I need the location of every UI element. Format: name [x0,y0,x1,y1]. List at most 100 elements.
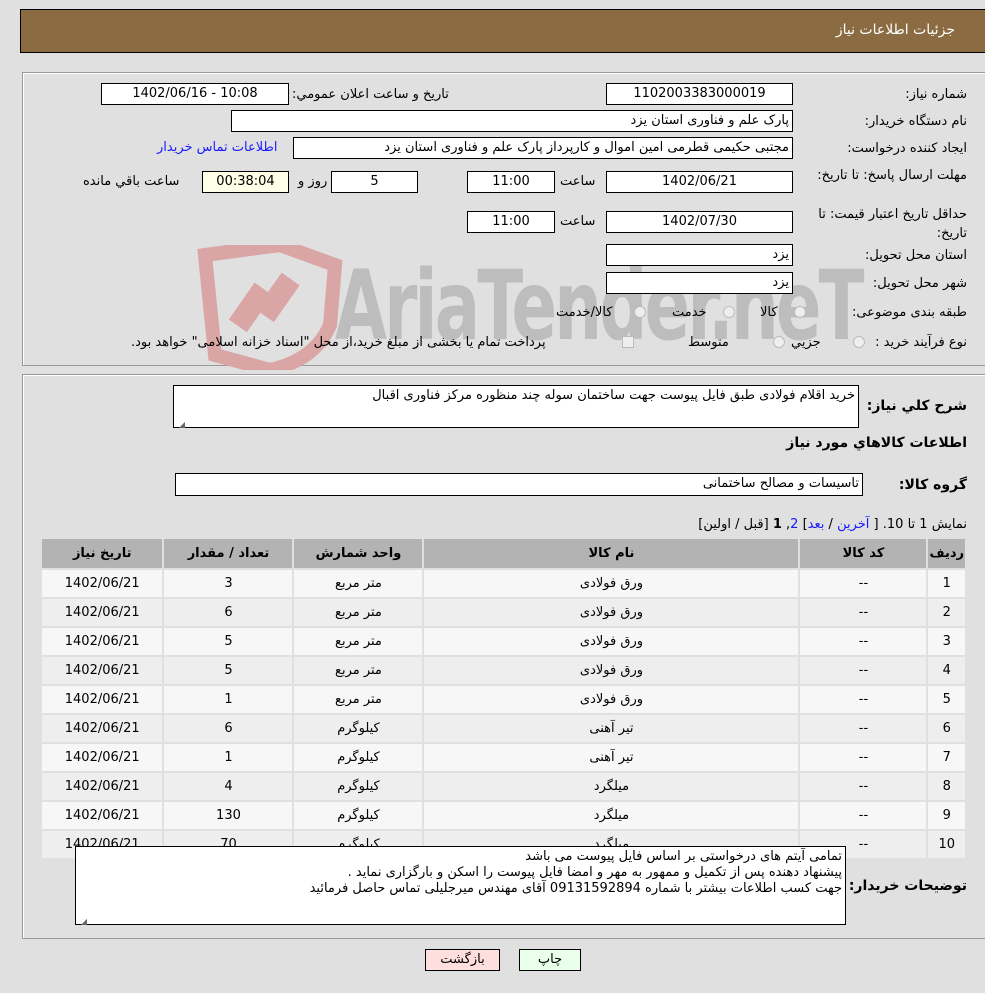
cell-need-date: 1402/06/21 [42,570,163,597]
buyer-org-field: پارک علم و فناوری استان یزد [231,110,793,132]
cell-unit: متر مربع [294,686,423,713]
cell-quantity: 6 [164,599,293,626]
city-field: یزد [606,272,793,294]
treasury-checkbox[interactable] [622,336,634,348]
buyer-org-label: نام دستگاه خریدار: [864,114,967,129]
cell-need-date: 1402/06/21 [42,599,163,626]
cell-quantity: 5 [164,657,293,684]
cell-row-number: 4 [928,657,965,684]
process-radio-medium[interactable] [773,336,785,348]
col-header-unit: واحد شمارش [294,539,423,568]
cell-name: ورق فولادی [424,686,799,713]
general-desc-textarea[interactable]: خرید اقلام فولادی طبق فایل پیوست جهت ساخ… [173,385,859,429]
col-header-quantity: تعداد / مقدار [164,539,293,568]
cell-unit: کیلوگرم [294,715,423,742]
page-header: جزئیات اطلاعات نیاز [20,9,985,53]
table-body: 1 -- ورق فولادی متر مربع 3 1402/06/21 2 -- ورق ف… [42,570,965,858]
deadline-time-label: ساعت [560,174,596,189]
col-header-name: نام کالا [424,539,799,568]
pagination-bracket-open: [ [873,517,879,532]
goods-group-label: گروه کالا: [898,477,967,493]
table-row: 3 -- ورق فولادی متر مربع 5 1402/06/21 [42,628,965,655]
pagination-prev-first: [قبل / اولین] [698,517,769,532]
cell-name: ورق فولادی [424,599,799,626]
cell-code: -- [800,657,927,684]
category-label: طبقه بندی موضوعی: [851,305,967,320]
category-radio-service[interactable] [723,306,735,318]
pagination-showing: نمایش 1 تا 10. [882,517,967,532]
cell-name: میلگرد [424,773,799,800]
table-row: 9 -- میلگرد کیلوگرم 130 1402/06/21 [42,802,965,829]
cell-need-date: 1402/06/21 [42,628,163,655]
city-label: شهر محل تحویل: [872,276,967,291]
cell-unit: متر مربع [294,570,423,597]
cell-name: تیر آهنی [424,744,799,771]
pagination-next-link[interactable]: بعد [808,517,825,532]
cell-name: ورق فولادی [424,570,799,597]
general-desc-label: شرح کلي نیاز: [866,398,967,414]
cell-unit: کیلوگرم [294,744,423,771]
cell-name: ورق فولادی [424,657,799,684]
cell-row-number: 10 [928,831,965,858]
category-option-goods-service: کالا/خدمت [556,305,613,320]
buyer-notes-textarea[interactable]: تمامی آیتم های درخواستی بر اساس فایل پیو… [75,846,846,926]
price-validity-label: حداقل تاریخ اعتبار قیمت: تا تاریخ: [818,207,967,241]
pagination-last-link[interactable]: آخرین [837,517,869,532]
cell-code: -- [800,628,927,655]
goods-table: ردیف کد کالا نام کالا واحد شمارش تعداد /… [40,537,967,860]
price-validity-time-label: ساعت [560,214,596,229]
deadline-label: مهلت ارسال پاسخ: تا تاریخ: [817,168,967,183]
cell-code: -- [800,570,927,597]
goods-info-title: اطلاعات کالاهاي مورد نیاز [786,435,967,451]
cell-unit: متر مربع [294,628,423,655]
page-title: جزئیات اطلاعات نیاز [835,22,955,38]
category-radio-goods-service[interactable] [634,306,646,318]
cell-name: میلگرد [424,802,799,829]
cell-row-number: 7 [928,744,965,771]
table-row: 1 -- ورق فولادی متر مربع 3 1402/06/21 [42,570,965,597]
pagination-page-1-current: 1 [772,517,782,532]
cell-unit: متر مربع [294,599,423,626]
process-option-minor: جزيي [791,335,821,350]
cell-row-number: 3 [928,628,965,655]
process-label: نوع فرآیند خرید : [875,335,967,350]
table-row: 6 -- تیر آهنی کیلوگرم 6 1402/06/21 [42,715,965,742]
cell-code: -- [800,802,927,829]
table-row: 4 -- ورق فولادی متر مربع 5 1402/06/21 [42,657,965,684]
cell-unit: کیلوگرم [294,773,423,800]
days-remaining-field: 5 [331,171,418,193]
col-header-need-date: تاریخ نیاز [42,539,163,568]
category-radio-goods[interactable] [794,306,806,318]
table-row: 2 -- ورق فولادی متر مربع 6 1402/06/21 [42,599,965,626]
col-header-row-number: ردیف [928,539,965,568]
cell-code: -- [800,715,927,742]
resize-handle-icon[interactable]: ◢ [177,417,185,429]
price-validity-date-field: 1402/07/30 [606,211,793,233]
process-radio-minor[interactable] [853,336,865,348]
cell-need-date: 1402/06/21 [42,773,163,800]
category-option-service: خدمت [672,305,707,320]
cell-row-number: 1 [928,570,965,597]
resize-handle-icon[interactable]: ◢ [79,914,87,926]
print-button[interactable]: چاپ [519,949,581,971]
pagination: نمایش 1 تا 10. [ آخرین / بعد] 2, 1 [قبل … [698,517,967,532]
buyer-notes-label: توضیحات خریدار: [848,878,967,894]
cell-need-date: 1402/06/21 [42,657,163,684]
buyer-notes-line-3: جهت کسب اطلاعات بیشتر با شماره 091315928… [309,881,842,896]
deadline-time-field: 11:00 [467,171,555,193]
process-option-medium: متوسط [688,335,729,350]
buyer-notes-line-1: تمامی آیتم های درخواستی بر اساس فایل پیو… [525,849,842,864]
cell-quantity: 1 [164,686,293,713]
pagination-page-2[interactable]: 2 [790,517,798,532]
cell-need-date: 1402/06/21 [42,802,163,829]
cell-code: -- [800,686,927,713]
remaining-label: ساعت باقي مانده [83,174,180,189]
buyer-contact-link[interactable]: اطلاعات تماس خریدار [157,140,277,155]
back-button[interactable]: بازگشت [425,949,500,971]
buyer-notes-line-2: پیشنهاد دهنده پس از تکمیل و ممهور به مهر… [347,865,842,880]
cell-row-number: 8 [928,773,965,800]
requester-label: ایجاد کننده درخواست: [847,141,967,156]
cell-row-number: 5 [928,686,965,713]
cell-row-number: 9 [928,802,965,829]
cell-need-date: 1402/06/21 [42,686,163,713]
